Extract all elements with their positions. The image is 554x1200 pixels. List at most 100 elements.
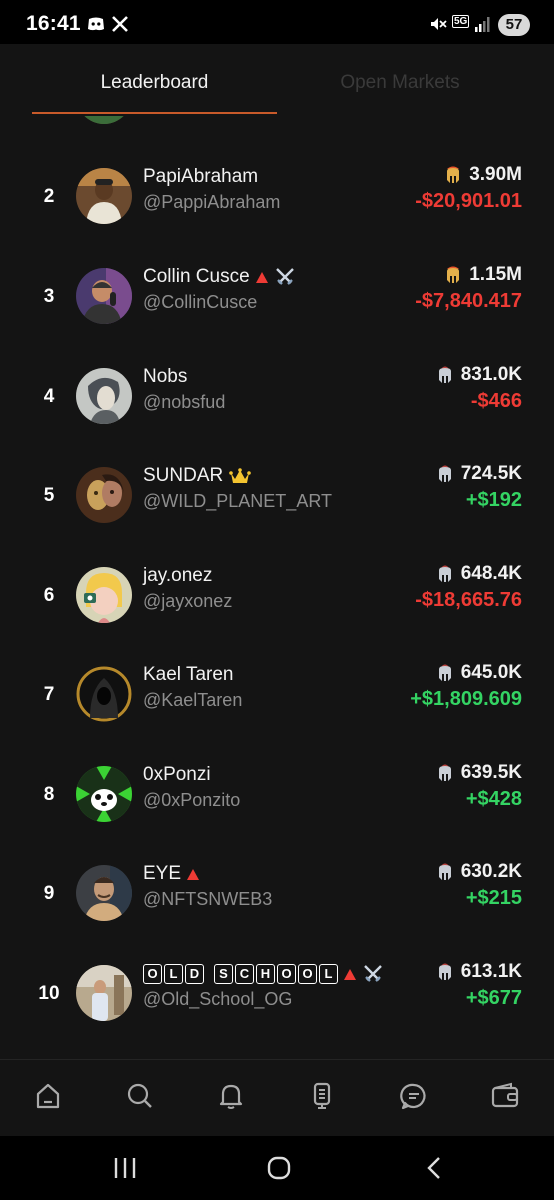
leaderboard-row[interactable]: 10 O L D S C H O O L @Old_School_OG 613.1K +$677 xyxy=(0,961,554,1057)
player-name: Nobs xyxy=(143,366,188,387)
score-value: 639.5K xyxy=(460,762,522,783)
avatar[interactable] xyxy=(76,965,132,1021)
score-value: 1.15M xyxy=(469,264,522,285)
system-nav-bar xyxy=(0,1136,554,1200)
rank-number: 8 xyxy=(43,784,55,805)
rank-number: 7 xyxy=(43,684,55,705)
avatar[interactable] xyxy=(76,865,132,921)
trading-icon[interactable] xyxy=(306,1080,338,1112)
wallet-icon[interactable] xyxy=(489,1080,521,1112)
player-handle: @jayxonez xyxy=(143,591,233,611)
boxed-letter xyxy=(206,964,212,984)
player-name-line: Kael Taren xyxy=(143,664,234,686)
leaderboard-row[interactable]: 5 SUNDAR @WILD_PLANET_ART 724.5K +$192 xyxy=(0,463,554,559)
pnl-value: +$677 xyxy=(465,987,522,1009)
avatar[interactable] xyxy=(76,567,132,623)
leaderboard-row[interactable]: 8 0xPonzi @0xPonzito 639.5K +$428 xyxy=(0,762,554,858)
home-circle-icon[interactable] xyxy=(264,1154,294,1182)
back-icon[interactable] xyxy=(420,1154,450,1182)
tab-bar: Leaderboard Open Markets xyxy=(0,44,554,116)
score: 630.2K xyxy=(436,861,522,883)
leaderboard-row[interactable]: 3 Collin Cusce @CollinCusce 1.15M -$7,840.41… xyxy=(0,264,554,360)
gold-helmet-icon xyxy=(447,266,460,283)
leaderboard-row[interactable]: 6 jay.onez @jayxonez 648.4K -$18,665.76 xyxy=(0,563,554,659)
avatar[interactable] xyxy=(76,168,132,224)
player-handle: @KaelTaren xyxy=(143,690,243,710)
avatar[interactable] xyxy=(76,766,132,822)
player-name-line: Collin Cusce xyxy=(143,266,296,288)
leaderboard-row[interactable]: 4 Nobs @nobsfud 831.0K -$466 xyxy=(0,364,554,460)
silver-helmet-icon xyxy=(438,366,451,383)
player-name: SUNDAR xyxy=(143,465,224,486)
recents-icon[interactable] xyxy=(110,1154,140,1182)
chat-icon[interactable] xyxy=(398,1080,430,1112)
score: 831.0K xyxy=(436,364,522,386)
tab-open-markets[interactable]: Open Markets xyxy=(300,72,500,94)
player-name-line: PapiAbraham xyxy=(143,166,258,188)
bell-icon[interactable] xyxy=(215,1080,247,1112)
pnl-value: -$20,901.01 xyxy=(415,190,522,212)
leaderboard-row[interactable]: 9 EYE @NFTSNWEB3 630.2K +$215 xyxy=(0,861,554,957)
rank-number: 6 xyxy=(43,585,55,606)
score-value: 724.5K xyxy=(460,463,522,484)
player-handle: @nobsfud xyxy=(143,392,226,412)
rank-number: 2 xyxy=(43,186,55,207)
boxed-letter: C xyxy=(235,964,254,984)
avatar[interactable] xyxy=(76,467,132,523)
avatar[interactable] xyxy=(76,268,132,324)
signal-icon xyxy=(475,17,490,32)
player-name: Kael Taren xyxy=(143,664,234,685)
score-value: 3.90M xyxy=(469,164,522,185)
score-value: 645.0K xyxy=(460,662,522,683)
player-name: Collin Cusce xyxy=(143,266,250,287)
score: 613.1K xyxy=(436,961,522,983)
avatar[interactable] xyxy=(76,368,132,424)
player-name: PapiAbraham xyxy=(143,166,259,187)
leaderboard-row[interactable]: 1Russell.avax@RussellKlein5.50M+$54,521.… xyxy=(0,112,554,160)
leaderboard-row[interactable]: 7 Kael Taren @KaelTaren 645.0K +$1,809.609 xyxy=(0,662,554,758)
player-handle: @Old_School_OG xyxy=(143,989,293,1009)
player-name: 0xPonzi xyxy=(143,764,211,785)
silver-helmet-icon xyxy=(438,863,451,880)
player-handle: @WILD_PLANET_ART xyxy=(143,491,332,511)
score: 3.90M xyxy=(444,164,522,186)
player-name-line: jay.onez xyxy=(143,565,212,587)
score-value: 630.2K xyxy=(460,861,522,882)
player-handle: @CollinCusce xyxy=(143,292,258,312)
home-icon[interactable] xyxy=(32,1080,64,1112)
player-name-line: 0xPonzi xyxy=(143,764,211,786)
battery-indicator: 57 xyxy=(498,14,530,36)
pnl-value: -$18,665.76 xyxy=(415,589,522,611)
boxed-letter: D xyxy=(185,964,204,984)
pnl-value: -$466 xyxy=(470,390,522,412)
app-screen: 1Russell.avax@RussellKlein5.50M+$54,521.… xyxy=(0,44,554,1136)
boxed-letter: L xyxy=(164,964,183,984)
player-handle: @0xPonzito xyxy=(143,790,241,810)
score: 648.4K xyxy=(436,563,522,585)
rank-number: 5 xyxy=(43,485,55,506)
red-triangle-icon xyxy=(344,968,356,980)
score: 645.0K xyxy=(436,662,522,684)
pnl-value: +$428 xyxy=(465,788,522,810)
score-value: 648.4K xyxy=(460,563,522,584)
boxed-letter: L xyxy=(319,964,338,984)
boxed-letter: H xyxy=(256,964,275,984)
score: 724.5K xyxy=(436,463,522,485)
avatar[interactable] xyxy=(76,666,132,722)
gold-helmet-icon xyxy=(447,166,460,183)
leaderboard-row[interactable]: 2 PapiAbraham @PappiAbraham 3.90M -$20,901.0… xyxy=(0,164,554,260)
score-value: 831.0K xyxy=(460,364,522,385)
pnl-value: +$215 xyxy=(465,887,522,909)
pnl-value: +$192 xyxy=(465,489,522,511)
search-icon[interactable] xyxy=(124,1080,156,1112)
rank-number: 9 xyxy=(43,883,55,904)
red-triangle-icon xyxy=(255,271,268,283)
player-handle: @PappiAbraham xyxy=(143,192,281,212)
pnl-value: +$1,809.609 xyxy=(410,688,522,710)
x-logo-icon xyxy=(112,16,128,32)
leaderboard-list[interactable]: 1Russell.avax@RussellKlein5.50M+$54,521.… xyxy=(0,112,554,1060)
score-value: 613.1K xyxy=(460,961,522,982)
status-bar: 16:41 5G 57 xyxy=(0,0,554,44)
tab-leaderboard[interactable]: Leaderboard xyxy=(32,72,277,94)
network-label: 5G xyxy=(452,15,470,28)
